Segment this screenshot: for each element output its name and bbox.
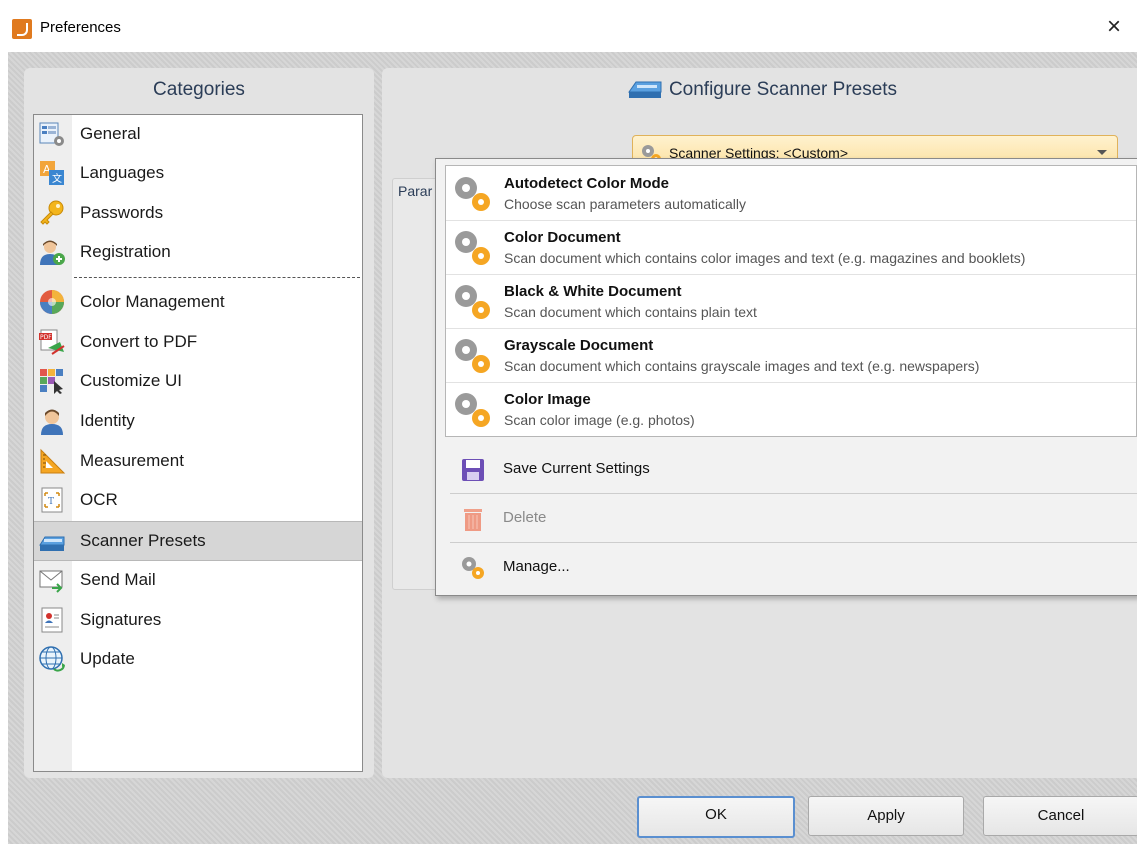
action-label: Save Current Settings — [503, 460, 650, 477]
title-bar: Preferences × — [0, 0, 1137, 52]
preset-color-image[interactable]: Color Image Scan color image (e.g. photo… — [446, 382, 1136, 436]
parameters-group-label: Parar — [398, 183, 433, 199]
sidebar-item-label: Registration — [80, 242, 171, 261]
sidebar-item-label: Signatures — [80, 610, 162, 629]
sidebar-item-label: Measurement — [80, 451, 184, 470]
gears-icon — [455, 339, 490, 373]
sidebar-item-convert-to-pdf[interactable]: PDF Convert to PDF — [34, 323, 362, 361]
preset-title: Autodetect Color Mode — [504, 175, 669, 192]
action-label: Delete — [503, 509, 547, 526]
sidebar-item-registration[interactable]: Registration — [34, 233, 362, 271]
preset-description: Scan document which contains plain text — [504, 304, 757, 320]
categories-list[interactable]: General A 文 Languages Passwords Registra… — [33, 114, 363, 772]
categories-panel: Categories General A 文 Languages Passwor… — [24, 68, 374, 778]
sidebar-item-label: Send Mail — [80, 570, 156, 589]
preset-description: Scan document which contains grayscale i… — [504, 358, 980, 374]
sidebar-item-passwords[interactable]: Passwords — [34, 194, 362, 232]
sidebar-item-general[interactable]: General — [34, 115, 362, 153]
close-button[interactable]: × — [1099, 12, 1129, 42]
sidebar-item-label: Scanner Presets — [80, 531, 206, 550]
action-label: Manage... — [503, 558, 570, 575]
delete-item: Delete — [436, 494, 1137, 542]
mail-icon — [39, 570, 63, 593]
sidebar-item-label: Languages — [80, 163, 165, 182]
sidebar-item-measurement[interactable]: Measurement — [34, 442, 362, 480]
scanner-panel-title: Configure Scanner Presets — [668, 79, 898, 100]
sidebar-item-languages[interactable]: A 文 Languages — [34, 154, 362, 192]
preset-black-white-document[interactable]: Black & White Document Scan document whi… — [446, 274, 1136, 329]
save-current-settings-item[interactable]: Save Current Settings — [436, 445, 1137, 493]
preset-title: Grayscale Document — [504, 337, 654, 354]
preset-list: Autodetect Color Mode Choose scan parame… — [445, 165, 1137, 437]
person-icon — [41, 409, 63, 435]
categories-header: Categories — [153, 79, 245, 100]
ok-button[interactable]: OK — [637, 796, 795, 838]
customize-ui-icon — [40, 369, 63, 394]
signature-icon — [41, 607, 63, 633]
window-title: Preferences — [40, 19, 121, 36]
gears-icon — [455, 285, 490, 319]
scanner-icon — [627, 81, 662, 98]
user-add-icon — [40, 240, 65, 265]
manage-item[interactable]: Manage... — [436, 543, 1137, 591]
preset-description: Choose scan parameters automatically — [504, 196, 747, 212]
general-settings-icon — [39, 122, 64, 146]
sidebar-item-scanner-presets[interactable]: Scanner Presets — [34, 521, 362, 561]
sidebar-item-send-mail[interactable]: Send Mail — [34, 561, 362, 599]
app-logo-icon — [12, 19, 32, 39]
preferences-window: Preferences × Categories General A 文 Lan… — [0, 0, 1137, 844]
sidebar-item-label: Convert to PDF — [80, 332, 198, 351]
sidebar-item-label: Customize UI — [80, 371, 183, 390]
preset-description: Scan color image (e.g. photos) — [504, 412, 695, 428]
gears-icon — [455, 393, 490, 427]
key-icon — [40, 200, 64, 225]
preset-autodetect-color-mode[interactable]: Autodetect Color Mode Choose scan parame… — [446, 166, 1136, 221]
preset-title: Black & White Document — [504, 283, 682, 300]
color-wheel-icon — [40, 290, 64, 314]
preset-color-document[interactable]: Color Document Scan document which conta… — [446, 220, 1136, 275]
sidebar-item-label: OCR — [80, 490, 118, 509]
chevron-down-icon — [1097, 150, 1107, 155]
languages-icon: A 文 — [40, 161, 64, 185]
sidebar-item-label: Passwords — [80, 203, 164, 222]
ocr-icon: T — [41, 487, 63, 513]
gears-icon — [455, 177, 490, 211]
sidebar-item-label: Update — [80, 649, 135, 668]
globe-update-icon — [39, 646, 65, 672]
sidebar-item-ocr[interactable]: T OCR — [34, 481, 362, 519]
preset-grayscale-document[interactable]: Grayscale Document Scan document which c… — [446, 328, 1136, 383]
scanner-panel-header: Configure Scanner Presets — [382, 68, 1137, 112]
preset-description: Scan document which contains color image… — [504, 250, 1026, 266]
scanner-icon — [39, 536, 65, 551]
gears-icon — [462, 557, 484, 579]
sidebar-item-signatures[interactable]: Signatures — [34, 601, 362, 639]
sidebar-item-color-management[interactable]: Color Management — [34, 283, 362, 321]
cancel-button[interactable]: Cancel — [983, 796, 1137, 836]
scanner-presets-menu: Autodetect Color Mode Choose scan parame… — [435, 158, 1137, 596]
svg-text:PDF: PDF — [40, 334, 52, 341]
convert-pdf-icon: PDF — [39, 329, 65, 355]
category-separator — [74, 277, 360, 278]
preset-title: Color Document — [504, 229, 621, 246]
sidebar-item-label: Color Management — [80, 292, 225, 311]
sidebar-item-label: Identity — [80, 411, 135, 430]
sidebar-item-customize-ui[interactable]: Customize UI — [34, 362, 362, 400]
sidebar-item-update[interactable]: Update — [34, 640, 362, 678]
trash-icon — [464, 509, 482, 531]
svg-text:T: T — [48, 497, 54, 507]
preset-title: Color Image — [504, 391, 591, 408]
sidebar-item-label: General — [80, 124, 141, 143]
triangle-ruler-icon — [40, 448, 66, 474]
gears-icon — [455, 231, 490, 265]
apply-button[interactable]: Apply — [808, 796, 964, 836]
save-icon — [462, 459, 484, 481]
svg-text:文: 文 — [52, 172, 62, 185]
sidebar-item-identity[interactable]: Identity — [34, 402, 362, 440]
